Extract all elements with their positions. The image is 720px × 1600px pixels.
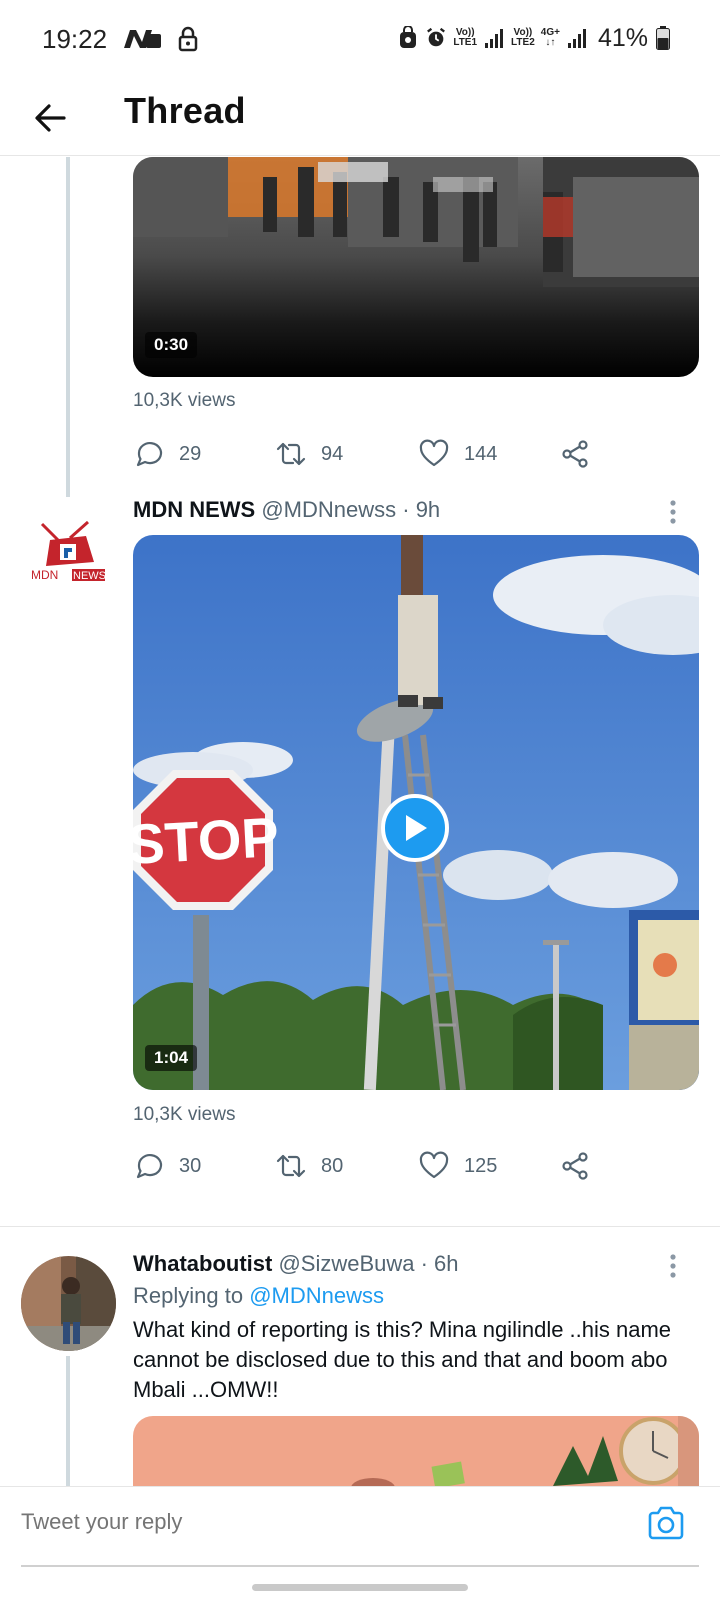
retweet-icon	[276, 442, 306, 466]
author-name[interactable]: Whataboutist	[133, 1251, 272, 1276]
tweet-text: What kind of reporting is this? Mina ngi…	[133, 1317, 672, 1402]
input-underline	[21, 1565, 699, 1567]
reply-input[interactable]	[21, 1509, 501, 1535]
heart-icon	[419, 439, 449, 467]
signal-sim1-icon	[485, 29, 504, 48]
author-handle: @MDNnewss · 9h	[261, 497, 441, 522]
mention-link[interactable]: @MDNnewss	[249, 1283, 384, 1308]
reply-button[interactable]: 29	[133, 438, 201, 470]
signal-sim2-icon	[567, 29, 586, 48]
reply-count: 29	[179, 442, 202, 465]
sim2-label: Vo)) LTE2	[511, 27, 535, 48]
tweet-actions: 30 80 125	[133, 1150, 613, 1190]
user-photo	[21, 1256, 116, 1351]
view-count: 10,3K views	[133, 1104, 236, 1125]
reply-icon	[136, 442, 163, 467]
home-indicator[interactable]	[252, 1584, 468, 1591]
back-button[interactable]	[28, 96, 72, 140]
alarm-icon	[427, 27, 446, 47]
like-count: 144	[464, 442, 498, 465]
author-handle: @SizweBuwa · 6h	[278, 1251, 459, 1276]
battery-icon	[656, 26, 670, 50]
image-preview[interactable]	[133, 1416, 699, 1486]
status-bar: 19:22 Vo)) LTE1 Vo)) LTE2 4G+ ↓↑ 41%	[0, 0, 720, 78]
retweet-count: 94	[321, 442, 344, 465]
network-type: 4G+ ↓↑	[540, 27, 560, 48]
reply-count: 30	[179, 1154, 202, 1177]
like-button[interactable]: 144	[418, 438, 497, 470]
page-title: Thread	[124, 90, 246, 131]
svg-text:STOP: STOP	[133, 805, 280, 876]
reply-composer	[0, 1486, 720, 1600]
nfc-icon	[124, 30, 161, 48]
tweet-divider	[0, 1226, 720, 1227]
retweet-icon	[276, 1154, 306, 1178]
avatar-mdn-news[interactable]: MDN NEWS	[28, 512, 110, 594]
like-count: 125	[464, 1154, 498, 1177]
top-app-bar: Thread	[0, 78, 720, 156]
more-options-icon[interactable]	[668, 499, 678, 525]
mdn-news-logo: MDN NEWS	[28, 512, 110, 594]
arrow-left-icon	[35, 104, 66, 132]
status-time: 19:22	[42, 24, 108, 54]
video-duration: 0:30	[145, 332, 198, 358]
share-button[interactable]	[560, 1150, 592, 1182]
camera-icon[interactable]	[646, 1503, 686, 1543]
battery-percent: 41%	[597, 23, 648, 52]
reply-icon	[136, 1154, 163, 1179]
retweet-count: 80	[321, 1154, 344, 1177]
heart-icon	[419, 1151, 449, 1179]
sim1-label: Vo)) LTE1	[453, 27, 478, 48]
replying-label: Replying to	[133, 1283, 244, 1308]
play-button[interactable]	[381, 794, 449, 862]
svg-text:NEWS: NEWS	[73, 570, 106, 582]
video-player[interactable]: 0:30	[133, 157, 699, 377]
play-icon	[406, 815, 427, 841]
lock-icon	[178, 26, 198, 52]
tweet-header: MDN NEWS @MDNnewss · 9h	[133, 497, 440, 523]
video-thumbnail	[133, 157, 699, 377]
retweet-button[interactable]: 94	[275, 438, 343, 470]
status-icons: Vo)) LTE1 Vo)) LTE2 4G+ ↓↑ 41%	[397, 22, 670, 54]
share-button[interactable]	[560, 438, 592, 470]
retweet-button[interactable]: 80	[275, 1150, 343, 1182]
thread-connector	[66, 157, 70, 497]
lock-screen-icon	[400, 26, 417, 48]
like-button[interactable]: 125	[418, 1150, 497, 1182]
tweet-header: Whataboutist @SizweBuwa · 6h	[133, 1251, 459, 1277]
more-options-icon[interactable]	[668, 1253, 678, 1279]
tweet-actions: 29 94 144	[133, 438, 613, 478]
author-name[interactable]: MDN NEWS	[133, 497, 255, 522]
avatar-whataboutist[interactable]	[21, 1256, 116, 1351]
tweet-image	[133, 1416, 699, 1486]
replying-to: Replying to @MDNnewss	[133, 1283, 384, 1309]
thread-connector	[66, 1356, 70, 1486]
view-count: 10,3K views	[133, 390, 236, 411]
share-icon	[562, 440, 588, 468]
svg-text:MDN: MDN	[31, 568, 58, 582]
video-duration: 1:04	[145, 1045, 198, 1071]
share-icon	[562, 1152, 588, 1180]
reply-button[interactable]: 30	[133, 1150, 201, 1182]
